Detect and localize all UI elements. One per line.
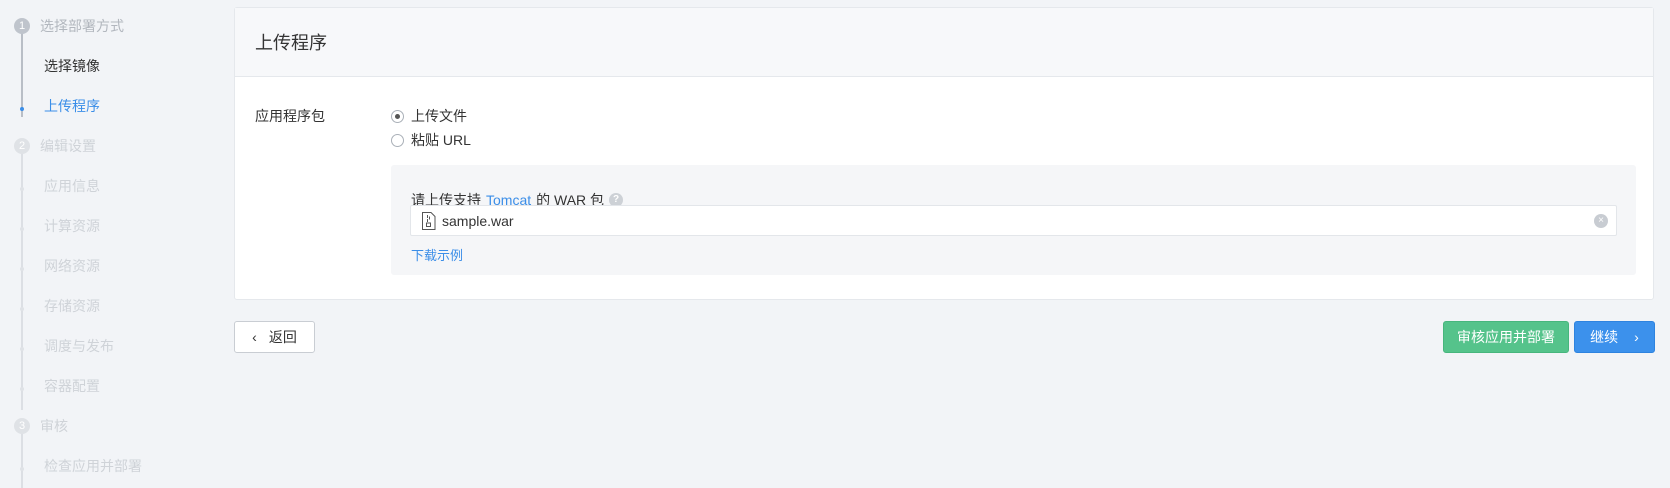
chevron-right-icon: › xyxy=(1634,329,1639,345)
chevron-left-icon: ‹ xyxy=(252,329,257,345)
substep-dot xyxy=(20,267,24,271)
substep-schedule-publish[interactable]: 调度与发布 xyxy=(44,337,114,355)
substep-dot xyxy=(20,387,24,391)
back-button-label: 返回 xyxy=(268,329,297,345)
radio-upload-file[interactable]: 上传文件 xyxy=(391,106,467,126)
step-1-number: 1 xyxy=(14,18,30,34)
radio-paste-url-label: 粘贴 URL xyxy=(411,132,471,148)
download-sample-link[interactable]: 下载示例 xyxy=(411,245,463,264)
app-root: 1 选择部署方式 选择镜像 上传程序 2 编辑设置 应用信息 计算资源 网络资源… xyxy=(0,0,1670,488)
page-title: 上传程序 xyxy=(255,33,327,53)
step-1-title[interactable]: 选择部署方式 xyxy=(40,17,124,35)
close-circle-icon[interactable]: × xyxy=(1594,214,1608,228)
substep-select-image[interactable]: 选择镜像 xyxy=(44,57,100,75)
substep-app-info[interactable]: 应用信息 xyxy=(44,177,100,195)
radio-paste-url[interactable]: 粘贴 URL xyxy=(391,130,471,150)
substep-container-config[interactable]: 容器配置 xyxy=(44,377,100,395)
substep-dot xyxy=(20,467,24,471)
deploy-stepper: 1 选择部署方式 选择镜像 上传程序 2 编辑设置 应用信息 计算资源 网络资源… xyxy=(0,0,230,488)
panel-header: 上传程序 xyxy=(235,8,1653,77)
step-2-number: 2 xyxy=(14,138,30,154)
app-package-label: 应用程序包 xyxy=(255,108,325,124)
upload-program-panel: 上传程序 应用程序包 上传文件 粘贴 URL 请上传支持 Tomcat 的 WA… xyxy=(234,7,1654,300)
substep-active-dot xyxy=(20,107,24,111)
back-button[interactable]: ‹ 返回 xyxy=(234,321,315,353)
continue-button-label: 继续 xyxy=(1590,329,1619,345)
substep-dot xyxy=(20,307,24,311)
radio-button[interactable] xyxy=(391,133,404,147)
review-deploy-label: 审核应用并部署 xyxy=(1457,329,1555,345)
substep-upload-program[interactable]: 上传程序 xyxy=(44,97,100,115)
radio-upload-file-label: 上传文件 xyxy=(411,108,467,124)
continue-button[interactable]: 继续 › xyxy=(1574,321,1655,353)
file-archive-icon xyxy=(422,211,436,230)
substep-dot xyxy=(20,227,24,231)
uploaded-file-field[interactable]: sample.war × xyxy=(410,205,1617,236)
review-deploy-button[interactable]: 审核应用并部署 xyxy=(1443,321,1569,353)
file-name: sample.war xyxy=(442,212,514,229)
substep-network-resources[interactable]: 网络资源 xyxy=(44,257,100,275)
substep-storage-resources[interactable]: 存储资源 xyxy=(44,297,100,315)
substep-review-deploy[interactable]: 检查应用并部署 xyxy=(44,457,142,475)
step-2-title[interactable]: 编辑设置 xyxy=(40,137,96,155)
step-connector xyxy=(21,146,23,410)
substep-compute-resources[interactable]: 计算资源 xyxy=(44,217,100,235)
substep-dot xyxy=(20,347,24,351)
substep-dot xyxy=(20,187,24,191)
step-3-number: 3 xyxy=(14,418,30,434)
radio-button-checked[interactable] xyxy=(391,109,404,123)
step-3-title[interactable]: 审核 xyxy=(40,417,68,435)
step-connector xyxy=(21,33,23,117)
upload-box: 请上传支持 Tomcat 的 WAR 包 ? sample.war × 下载示例 xyxy=(391,165,1636,275)
